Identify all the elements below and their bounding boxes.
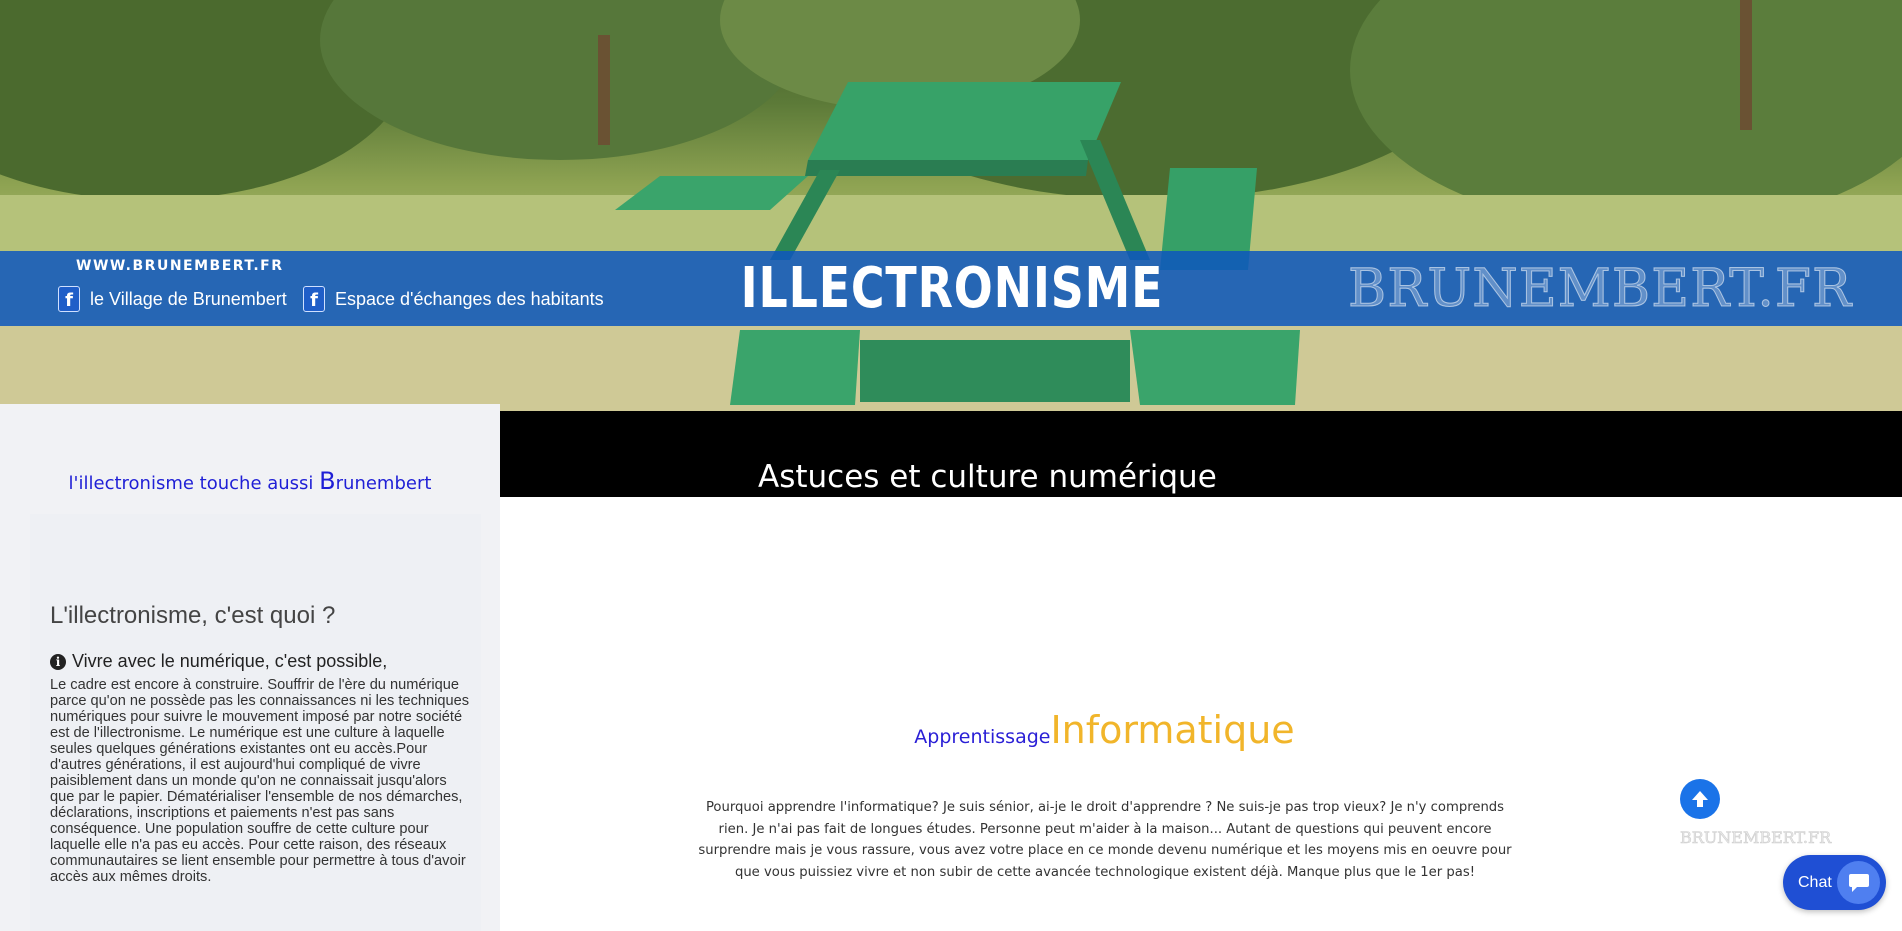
footer-logo: BRUNEMBERT.FR (1680, 828, 1832, 848)
chat-label: Chat (1798, 873, 1832, 891)
sidebar: l'illectronisme touche aussi Brunembert … (0, 404, 500, 931)
facebook-link-exchange[interactable]: f Espace d'échanges des habitants (303, 285, 604, 313)
facebook-link-label: Espace d'échanges des habitants (335, 288, 604, 309)
facebook-link-label: le Village de Brunembert (90, 288, 287, 309)
site-logo: BRUNEMBERT.FR (1347, 259, 1853, 320)
arrow-up-icon (1692, 791, 1708, 807)
sidebar-tagline: l'illectronisme touche aussi Brunembert (0, 467, 500, 495)
tagline-prefix: l'illectronisme touche aussi (68, 473, 320, 494)
intro-paragraph: Pourquoi apprendre l'informatique? Je su… (698, 800, 1512, 880)
facebook-icon: f (303, 286, 325, 312)
hero-header: WWW.BRUNEMBERT.FR f le Village de Brunem… (0, 0, 1902, 411)
section-title: Astuces et culture numérique (758, 459, 1217, 495)
card-subheading-text: Vivre avec le numérique, c'est possible, (72, 651, 388, 671)
section-bar: Astuces et culture numérique (500, 411, 1902, 497)
facebook-icon: f (58, 286, 80, 312)
chat-bubble-icon (1837, 861, 1880, 904)
card-subheading: i Vivre avec le numérique, c'est possibl… (50, 651, 387, 672)
facebook-link-village[interactable]: f le Village de Brunembert (58, 285, 287, 313)
card-body: Le cadre est encore à construire. Souffr… (50, 677, 469, 885)
page-title: ILLECTRONISME (740, 256, 1164, 321)
tagline-rest: runembert (335, 473, 432, 494)
chat-button[interactable]: Chat (1783, 855, 1886, 910)
info-icon: i (50, 653, 66, 670)
scroll-to-top-button[interactable] (1680, 779, 1720, 819)
site-url[interactable]: WWW.BRUNEMBERT.FR (76, 258, 284, 274)
tagline-initial: B (319, 467, 336, 495)
picnic-table-photo (0, 0, 1902, 411)
card-heading: L'illectronisme, c'est quoi ? (50, 602, 336, 629)
title-banner: WWW.BRUNEMBERT.FR f le Village de Brunem… (0, 251, 1902, 326)
main-heading: ApprentissageInformatique (500, 708, 1709, 752)
info-card: L'illectronisme, c'est quoi ? i Vivre av… (30, 514, 481, 931)
heading-large: Informatique (1050, 708, 1295, 752)
heading-small: Apprentissage (914, 726, 1051, 748)
